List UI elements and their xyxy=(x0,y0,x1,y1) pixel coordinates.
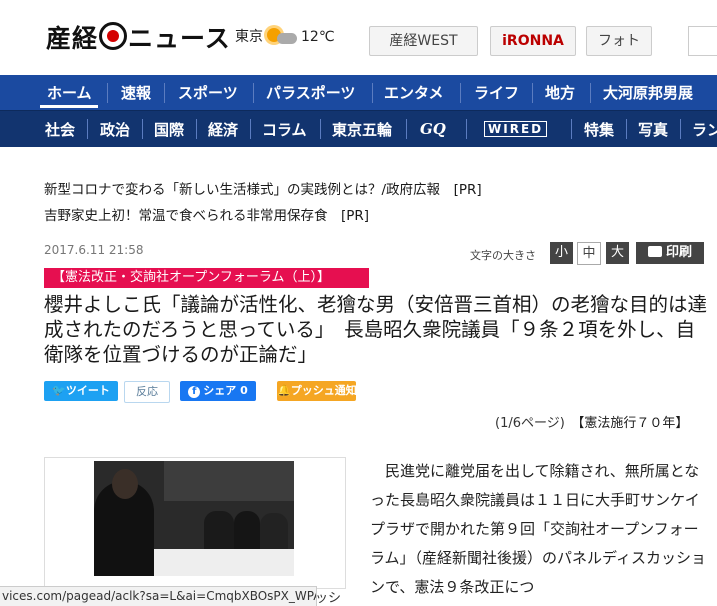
search-input[interactable] xyxy=(688,26,717,56)
nav-divider xyxy=(253,83,254,103)
pr-link[interactable]: 吉野家史上初！常温で食べられる非常用保存食 [PR] xyxy=(44,204,369,224)
nav-ranking[interactable]: ラン xyxy=(692,111,717,147)
weather-temperature: 12℃ xyxy=(301,29,335,45)
nav-wired[interactable]: WIRED xyxy=(484,111,548,147)
text-size-label: 文字の大きさ xyxy=(470,249,536,262)
photo-button[interactable]: フォト xyxy=(586,26,652,56)
nav-divider xyxy=(466,119,467,139)
nav-divider xyxy=(107,83,108,103)
nav-divider xyxy=(320,119,321,139)
nav-divider xyxy=(142,119,143,139)
nav-divider xyxy=(460,83,461,103)
nav-divider xyxy=(372,83,373,103)
tweet-button-label: ツイート xyxy=(65,384,110,397)
article-category-label: 【憲法改正・交詢社オープンフォーラム（上）】 xyxy=(44,268,369,288)
nav-wired-label: WIRED xyxy=(484,121,548,137)
nav-divider xyxy=(590,83,591,103)
text-size-small-button[interactable]: 小 xyxy=(550,242,573,264)
nav-life[interactable]: ライフ xyxy=(474,75,519,110)
facebook-share-label: シェア 0 xyxy=(203,384,248,397)
nav-divider xyxy=(164,83,165,103)
nav-divider xyxy=(571,119,572,139)
nav-divider xyxy=(406,119,407,139)
bell-icon: 🔔 xyxy=(277,384,291,397)
pr-link[interactable]: 新型コロナで変わる「新しい生活様式」の実践例とは？/政府広報 [PR] xyxy=(44,178,482,198)
push-notification-label: プッシュ通知 xyxy=(290,384,357,397)
nav-divider xyxy=(87,119,88,139)
nav-gq[interactable]: GQ xyxy=(420,111,446,147)
nav-local[interactable]: 地方 xyxy=(545,75,575,110)
nav-politics[interactable]: 政治 xyxy=(100,111,130,147)
tweet-reactions-button[interactable]: 反応 xyxy=(124,381,170,403)
nav-international[interactable]: 国際 xyxy=(154,111,184,147)
browser-status-url: vices.com/pagead/aclk?sa=L&ai=CmqbXBOsPX… xyxy=(0,586,317,606)
push-notification-button[interactable]: 🔔プッシュ通知 xyxy=(277,381,357,401)
weather-city: 東京 xyxy=(235,29,263,45)
partly-cloudy-icon xyxy=(267,27,297,45)
series-link[interactable]: 【憲法施行７０年】 xyxy=(578,416,689,431)
nav-breaking[interactable]: 速報 xyxy=(121,75,151,110)
twitter-bird-icon: 🐦 xyxy=(52,384,66,397)
printer-icon xyxy=(647,246,662,257)
article-date: 2017.6.11 21:58 xyxy=(44,243,144,257)
weather-widget[interactable]: 東京 12℃ xyxy=(235,26,335,46)
page-counter: (1/6ページ) xyxy=(495,416,565,431)
nav-column[interactable]: コラム xyxy=(262,111,307,147)
nav-para-sports[interactable]: パラスポーツ xyxy=(266,75,355,110)
facebook-share-button[interactable]: f シェア 0 xyxy=(180,381,256,401)
facebook-icon: f xyxy=(188,386,201,398)
pr-link-text: 新型コロナで変わる「新しい生活様式」の実践例とは？/政府広報 xyxy=(44,182,441,198)
tweet-button[interactable]: 🐦ツイート xyxy=(44,381,118,401)
logo-mark-icon xyxy=(99,22,128,50)
nav-divider xyxy=(250,119,251,139)
print-button-label: 印刷 xyxy=(665,245,692,260)
pr-tag: [PR] xyxy=(341,208,370,224)
article-photo[interactable] xyxy=(94,461,294,576)
nav-sports[interactable]: スポーツ xyxy=(178,75,238,110)
article-headline: 櫻井よしこ氏「議論が活性化、老獪な男（安倍晋三首相）の老獪な目的は達成されたのだ… xyxy=(44,293,708,366)
page-info: (1/6ページ) 【憲法施行７０年】 xyxy=(495,412,688,431)
nav-economy[interactable]: 経済 xyxy=(208,111,238,147)
nav-divider xyxy=(626,119,627,139)
nav-okawara-exhibit[interactable]: 大河原邦男展 xyxy=(603,75,693,110)
nav-divider xyxy=(680,119,681,139)
ironna-button[interactable]: iRONNA xyxy=(490,26,576,56)
nav-divider xyxy=(196,119,197,139)
nav-active-indicator xyxy=(40,105,98,108)
pr-tag: [PR] xyxy=(453,182,482,198)
photo-caption: ッシ xyxy=(315,591,342,606)
site-logo[interactable]: 産経 ニュース xyxy=(46,19,231,55)
print-button[interactable]: 印刷 xyxy=(636,242,704,264)
pr-link-text: 吉野家史上初！常温で食べられる非常用保存食 xyxy=(44,208,328,224)
text-size-large-button[interactable]: 大 xyxy=(606,242,629,264)
nav-entertainment[interactable]: エンタメ xyxy=(384,75,444,110)
nav-photos[interactable]: 写真 xyxy=(638,111,668,147)
sankei-west-button[interactable]: 産経WEST xyxy=(369,26,478,56)
primary-nav: ホーム 速報 スポーツ パラスポーツ エンタメ ライフ 地方 大河原邦男展 xyxy=(0,75,717,110)
nav-feature[interactable]: 特集 xyxy=(584,111,614,147)
text-size-medium-button[interactable]: 中 xyxy=(577,242,601,265)
nav-society[interactable]: 社会 xyxy=(45,111,75,147)
secondary-nav: 社会 政治 国際 経済 コラム 東京五輪 GQ WIRED 特集 写真 ラン xyxy=(0,110,717,147)
logo-text-news: ニュース xyxy=(128,24,231,53)
nav-divider xyxy=(532,83,533,103)
article-body: 民進党に離党届を出して除籍され、無所属となった長島昭久衆院議員は１１日に大手町サ… xyxy=(370,462,707,596)
logo-text-sankei: 産経 xyxy=(46,24,99,53)
nav-tokyo-olympics[interactable]: 東京五輪 xyxy=(332,111,392,147)
